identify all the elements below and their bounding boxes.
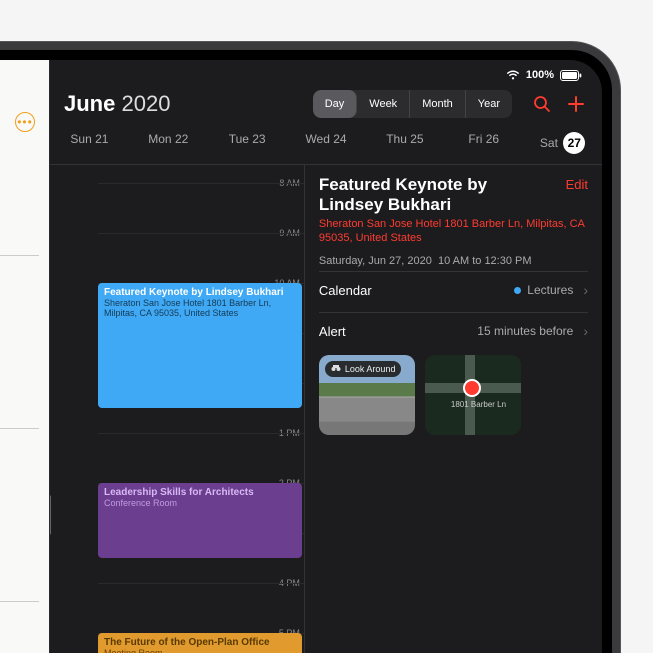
event-detail-pane: Edit Featured Keynote by Lindsey Bukhari… <box>304 165 602 653</box>
battery-percent: 100% <box>526 69 554 81</box>
calendar-name: Lectures <box>527 283 573 297</box>
grid-line <box>98 233 304 234</box>
calendar-row[interactable]: Calendar Lectures › <box>319 271 588 308</box>
calendar-app: 100% June 2020 DayWeekMonthYear Sun 21 <box>50 60 602 653</box>
weekday-thu[interactable]: Thu 25 <box>365 130 444 156</box>
device-frame: ••• 100% June 2020 DayWeekMonthYe <box>0 50 612 653</box>
status-bar: 100% <box>50 60 602 84</box>
map-tile[interactable]: 1801 Barber Ln <box>425 355 521 435</box>
weekday-fri[interactable]: Fri 26 <box>444 130 523 156</box>
calendar-event[interactable]: Leadership Skills for ArchitectsConferen… <box>98 483 302 558</box>
weekday-mon[interactable]: Mon 22 <box>129 130 208 156</box>
add-event-button[interactable] <box>564 92 588 116</box>
event-title: Featured Keynote by Lindsey Bukhari <box>319 175 588 216</box>
view-tab-day[interactable]: Day <box>313 90 358 118</box>
day-timeline[interactable]: 8 AM9 AM10 AM11 AMNoon1 PM2 PM3 PM4 PM5 … <box>50 165 304 653</box>
event-location[interactable]: Sheraton San Jose Hotel 1801 Barber Ln, … <box>319 218 588 246</box>
event-block-title: Leadership Skills for Architects <box>104 487 296 498</box>
edit-button[interactable]: Edit <box>566 177 588 192</box>
view-segmented-control[interactable]: DayWeekMonthYear <box>313 90 512 118</box>
grid-line <box>98 433 304 434</box>
title-month: June <box>64 91 115 116</box>
page-title[interactable]: June 2020 <box>64 91 170 117</box>
look-around-badge: Look Around <box>325 361 402 377</box>
event-datetime: Saturday, Jun 27, 2020 10 AM to 12:30 PM <box>319 255 588 267</box>
ruled-line <box>0 255 39 256</box>
calendar-color-dot <box>514 287 521 294</box>
binoculars-icon <box>331 364 341 374</box>
grid-line <box>98 583 304 584</box>
look-around-tile[interactable]: Look Around <box>319 355 415 435</box>
split-view-handle[interactable] <box>50 495 51 535</box>
header: June 2020 DayWeekMonthYear <box>50 84 602 128</box>
more-icon[interactable]: ••• <box>15 112 35 132</box>
event-block-location: Sheraton San Jose Hotel 1801 Barber Ln, … <box>104 298 296 318</box>
map-address-label: 1801 Barber Ln <box>451 401 506 409</box>
alert-value: 15 minutes before <box>477 324 573 338</box>
calendar-event[interactable]: The Future of the Open-Plan OfficeMeetin… <box>98 633 302 653</box>
event-block-location: Meeting Room <box>104 648 296 653</box>
weekday-wed[interactable]: Wed 24 <box>287 130 366 156</box>
event-block-title: The Future of the Open-Plan Office <box>104 637 296 648</box>
ruled-line <box>0 428 39 429</box>
battery-icon <box>560 70 582 81</box>
calendar-row-label: Calendar <box>319 283 372 298</box>
grid-line <box>98 183 304 184</box>
content-area: 8 AM9 AM10 AM11 AMNoon1 PM2 PM3 PM4 PM5 … <box>50 165 602 653</box>
view-tab-week[interactable]: Week <box>357 90 410 118</box>
weekday-sun[interactable]: Sun 21 <box>50 130 129 156</box>
screen: ••• 100% June 2020 DayWeekMonthYe <box>0 60 602 653</box>
event-block-location: Conference Room <box>104 498 296 508</box>
alert-row[interactable]: Alert 15 minutes before › <box>319 312 588 349</box>
weekday-sat[interactable]: Sat 27 <box>523 130 602 156</box>
chevron-right-icon: › <box>583 282 588 298</box>
search-icon[interactable] <box>530 92 554 116</box>
calendar-event[interactable]: Featured Keynote by Lindsey BukhariShera… <box>98 283 302 408</box>
event-block-title: Featured Keynote by Lindsey Bukhari <box>104 287 296 298</box>
view-tab-month[interactable]: Month <box>410 90 466 118</box>
title-year: 2020 <box>121 91 170 116</box>
map-previews: Look Around 1801 Barber Ln <box>319 355 588 435</box>
alert-row-label: Alert <box>319 324 346 339</box>
weekday-tue[interactable]: Tue 23 <box>208 130 287 156</box>
wifi-icon <box>506 70 520 80</box>
view-tab-year[interactable]: Year <box>466 90 512 118</box>
split-view-left-app[interactable]: ••• <box>0 60 50 653</box>
chevron-right-icon: › <box>583 323 588 339</box>
ruled-line <box>0 601 39 602</box>
week-day-picker: Sun 21Mon 22Tue 23Wed 24Thu 25Fri 26Sat … <box>50 128 602 165</box>
